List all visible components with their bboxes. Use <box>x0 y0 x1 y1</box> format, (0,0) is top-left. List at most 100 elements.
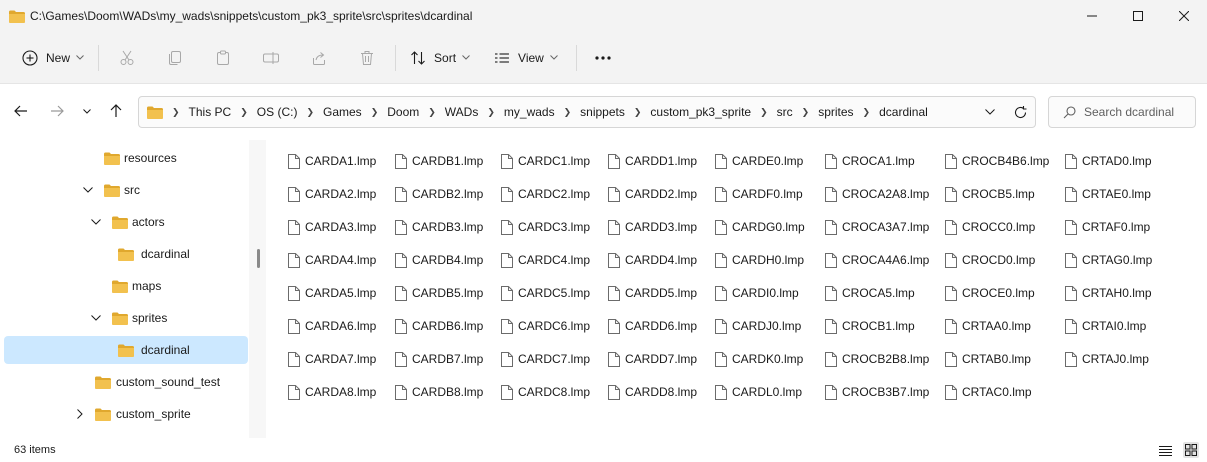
file-item[interactable]: CRTAD0.lmp <box>1065 150 1152 172</box>
file-item[interactable]: CROCA2A8.lmp <box>825 183 929 205</box>
file-item[interactable]: CARDD1.lmp <box>608 150 697 172</box>
tree-item-sprites[interactable]: sprites <box>4 304 248 332</box>
tree-item-actors-dcardinal[interactable]: dcardinal <box>4 240 248 268</box>
file-item[interactable]: CARDD8.lmp <box>608 381 697 403</box>
new-button[interactable]: New <box>14 41 92 75</box>
file-item[interactable]: CARDA3.lmp <box>288 216 376 238</box>
breadcrumb-os-c[interactable]: OS (C:) <box>257 105 298 119</box>
chevron-right-icon[interactable]: ❯ <box>760 107 768 118</box>
details-view-button[interactable] <box>1157 442 1173 458</box>
file-item[interactable]: CROCA3A7.lmp <box>825 216 929 238</box>
file-item[interactable]: CROCC0.lmp <box>945 216 1035 238</box>
breadcrumb-sprites[interactable]: sprites <box>818 105 853 119</box>
file-item[interactable]: CARDF0.lmp <box>715 183 803 205</box>
close-button[interactable] <box>1161 0 1207 32</box>
file-item[interactable]: CROCA4A6.lmp <box>825 249 929 271</box>
file-item[interactable]: CROCE0.lmp <box>945 282 1035 304</box>
recent-locations-button[interactable] <box>74 98 100 124</box>
file-item[interactable]: CROCA1.lmp <box>825 150 915 172</box>
file-item[interactable]: CARDA7.lmp <box>288 348 376 370</box>
breadcrumb-this-pc[interactable]: This PC <box>189 105 232 119</box>
file-item[interactable]: CARDD7.lmp <box>608 348 697 370</box>
breadcrumb-games[interactable]: Games <box>323 105 362 119</box>
file-item[interactable]: CARDJ0.lmp <box>715 315 801 337</box>
refresh-button[interactable] <box>1005 97 1035 127</box>
chevron-down-icon[interactable] <box>82 184 94 196</box>
file-item[interactable]: CARDA1.lmp <box>288 150 376 172</box>
maximize-button[interactable] <box>1115 0 1161 32</box>
file-item[interactable]: CARDD6.lmp <box>608 315 697 337</box>
file-item[interactable]: CARDA6.lmp <box>288 315 376 337</box>
file-item[interactable]: CARDK0.lmp <box>715 348 803 370</box>
file-item[interactable]: CRTAI0.lmp <box>1065 315 1146 337</box>
file-item[interactable]: CARDB6.lmp <box>395 315 483 337</box>
tree-item-resources[interactable]: resources <box>4 144 248 172</box>
file-item[interactable]: CARDD4.lmp <box>608 249 697 271</box>
file-item[interactable]: CARDC3.lmp <box>501 216 590 238</box>
file-item[interactable]: CROCD0.lmp <box>945 249 1035 271</box>
file-item[interactable]: CROCB5.lmp <box>945 183 1035 205</box>
file-item[interactable]: CARDA8.lmp <box>288 381 376 403</box>
file-item[interactable]: CRTAC0.lmp <box>945 381 1032 403</box>
file-item[interactable]: CRTAF0.lmp <box>1065 216 1150 238</box>
chevron-right-icon[interactable] <box>74 408 86 420</box>
file-item[interactable]: CROCB4B6.lmp <box>945 150 1049 172</box>
file-item[interactable]: CROCA5.lmp <box>825 282 915 304</box>
copy-button[interactable] <box>157 41 193 75</box>
delete-button[interactable] <box>349 41 385 75</box>
up-button[interactable] <box>103 98 129 124</box>
chevron-right-icon[interactable]: ❯ <box>428 107 436 118</box>
search-input[interactable]: Search dcardinal <box>1048 96 1196 128</box>
file-item[interactable]: CARDB1.lmp <box>395 150 483 172</box>
view-button[interactable]: View <box>486 41 566 75</box>
tree-item-maps[interactable]: maps <box>4 272 248 300</box>
file-item[interactable]: CARDA5.lmp <box>288 282 376 304</box>
sort-button[interactable]: Sort <box>402 41 478 75</box>
breadcrumb-snippets[interactable]: snippets <box>580 105 625 119</box>
forward-button[interactable] <box>44 98 70 124</box>
file-item[interactable]: CARDA4.lmp <box>288 249 376 271</box>
file-item[interactable]: CRTAB0.lmp <box>945 348 1031 370</box>
chevron-right-icon[interactable]: ❯ <box>802 107 810 118</box>
file-item[interactable]: CRTAA0.lmp <box>945 315 1031 337</box>
file-item[interactable]: CRTAG0.lmp <box>1065 249 1152 271</box>
file-item[interactable]: CARDB2.lmp <box>395 183 483 205</box>
chevron-down-icon[interactable] <box>90 216 102 228</box>
file-item[interactable]: CARDD5.lmp <box>608 282 697 304</box>
file-item[interactable]: CARDE0.lmp <box>715 150 803 172</box>
file-item[interactable]: CROCB1.lmp <box>825 315 915 337</box>
navigation-pane-scrollbar[interactable] <box>249 140 266 438</box>
file-item[interactable]: CARDC4.lmp <box>501 249 590 271</box>
file-item[interactable]: CARDC6.lmp <box>501 315 590 337</box>
breadcrumb-doom[interactable]: Doom <box>387 105 419 119</box>
back-button[interactable] <box>8 98 34 124</box>
minimize-button[interactable] <box>1069 0 1115 32</box>
file-item[interactable]: CARDB4.lmp <box>395 249 483 271</box>
file-item[interactable]: CARDD2.lmp <box>608 183 697 205</box>
chevron-right-icon[interactable]: ❯ <box>487 107 495 118</box>
rename-button[interactable] <box>253 41 289 75</box>
file-item[interactable]: CARDA2.lmp <box>288 183 376 205</box>
file-item[interactable]: CRTAE0.lmp <box>1065 183 1151 205</box>
file-item[interactable]: CARDC7.lmp <box>501 348 590 370</box>
file-item[interactable]: CRTAJ0.lmp <box>1065 348 1149 370</box>
file-item[interactable]: CROCB3B7.lmp <box>825 381 929 403</box>
tiles-view-button[interactable] <box>1183 442 1199 458</box>
tree-item-custom-sound-test[interactable]: custom_sound_test <box>4 368 248 396</box>
file-item[interactable]: CARDB3.lmp <box>395 216 483 238</box>
breadcrumb-custom-pk3-sprite[interactable]: custom_pk3_sprite <box>650 105 751 119</box>
chevron-right-icon[interactable]: ❯ <box>172 107 180 118</box>
scrollbar-thumb[interactable] <box>257 249 260 268</box>
chevron-right-icon[interactable]: ❯ <box>564 107 572 118</box>
file-item[interactable]: CARDI0.lmp <box>715 282 799 304</box>
breadcrumb-dcardinal[interactable]: dcardinal <box>879 105 928 119</box>
tree-item-custom-sprite[interactable]: custom_sprite <box>4 400 248 428</box>
address-history-button[interactable] <box>975 97 1005 127</box>
breadcrumb-my-wads[interactable]: my_wads <box>504 105 555 119</box>
chevron-right-icon[interactable]: ❯ <box>634 107 642 118</box>
breadcrumb-wads[interactable]: WADs <box>445 105 479 119</box>
file-item[interactable]: CARDC2.lmp <box>501 183 590 205</box>
file-item[interactable]: CARDL0.lmp <box>715 381 802 403</box>
chevron-right-icon[interactable]: ❯ <box>863 107 871 118</box>
paste-button[interactable] <box>205 41 241 75</box>
